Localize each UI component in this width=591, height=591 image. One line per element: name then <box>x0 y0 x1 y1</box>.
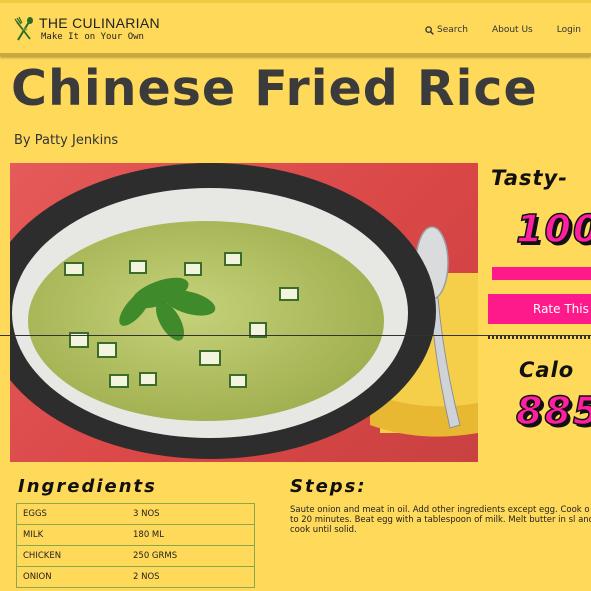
ingredients-title: Ingredients <box>18 476 157 497</box>
table-row: ONION 2 NOS <box>16 566 255 588</box>
page: THE CULINARIAN Make It on Your Own Searc… <box>0 0 591 591</box>
rating-title: Tasty- <box>491 166 568 190</box>
rating-bar <box>492 267 591 280</box>
nav-about[interactable]: About Us <box>492 25 533 35</box>
ingredients-table: EGGS 3 NOS MILK 180 ML CHICKEN 250 GRMS … <box>16 503 255 588</box>
nav-search[interactable]: Search <box>425 25 468 35</box>
recipe-photo <box>10 163 478 462</box>
search-icon <box>425 25 434 35</box>
table-row: EGGS 3 NOS <box>17 504 255 525</box>
nav-search-label: Search <box>437 25 468 35</box>
ingredient-qty: 3 NOS <box>133 509 160 519</box>
main-nav: Search About Us Login <box>425 23 581 37</box>
ingredient-qty: 2 NOS <box>133 566 255 588</box>
table-row: CHICKEN 250 GRMS <box>16 545 255 567</box>
whisk-spoon-icon <box>14 16 33 41</box>
nav-login[interactable]: Login <box>557 25 581 35</box>
rating-score: 100 <box>515 206 591 252</box>
steps-text: Saute onion and meat in oil. Add other i… <box>290 505 591 535</box>
brand-name: THE CULINARIAN <box>39 15 160 31</box>
table-row: MILK 180 ML <box>16 524 255 546</box>
ingredient-qty: 180 ML <box>133 524 255 546</box>
ingredient-qty: 250 GRMS <box>133 545 255 567</box>
recipe-author: By Patty Jenkins <box>14 133 119 148</box>
brand-tagline: Make It on Your Own <box>41 32 144 42</box>
calories-value: 885 <box>515 388 591 434</box>
ingredient-name: ONION <box>16 566 133 588</box>
ingredient-name: MILK <box>16 524 133 546</box>
rate-this-button[interactable]: Rate This <box>488 294 591 324</box>
ingredient-name: CHICKEN <box>16 545 133 567</box>
calories-title: Calo <box>519 358 575 382</box>
ingredient-name: EGGS <box>23 509 47 519</box>
recipe-title: Chinese Fried Rice <box>11 60 538 117</box>
dotted-divider <box>488 336 591 339</box>
steps-title: Steps: <box>290 476 367 497</box>
brand-logo[interactable]: THE CULINARIAN Make It on Your Own <box>12 14 182 46</box>
soup-bowl-illustration <box>10 163 478 459</box>
header-accent-line <box>0 0 591 3</box>
site-header: THE CULINARIAN Make It on Your Own Searc… <box>0 0 591 56</box>
